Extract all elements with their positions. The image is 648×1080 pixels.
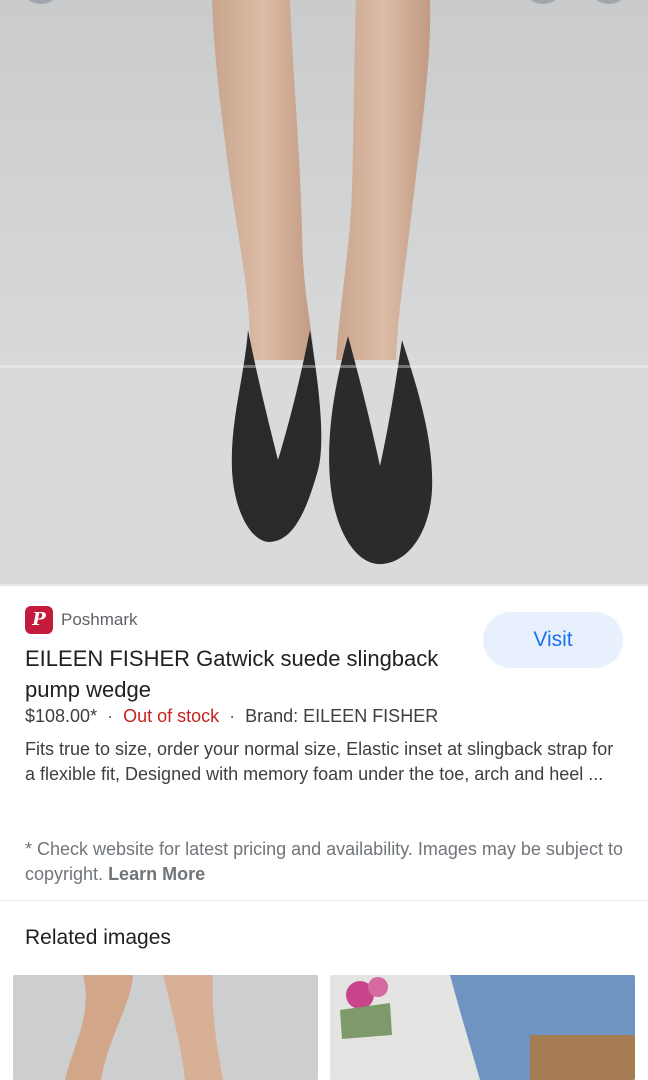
favicon-letter: P [32, 609, 46, 630]
related-image-1[interactable] [13, 975, 318, 1080]
related-image-2-art [330, 975, 635, 1080]
image-bottom-border [0, 584, 648, 586]
poshmark-favicon-icon: P [25, 606, 53, 634]
product-title[interactable]: EILEEN FISHER Gatwick suede slingback pu… [25, 643, 475, 705]
related-image-1-art [13, 975, 318, 1080]
product-image[interactable] [0, 0, 648, 586]
stock-status: Out of stock [123, 706, 220, 726]
learn-more-link[interactable]: Learn More [108, 864, 205, 884]
separator-dot: · [107, 706, 114, 726]
source-row[interactable]: P Poshmark [25, 606, 138, 634]
related-image-2[interactable] [330, 975, 635, 1080]
product-meta: $108.00* · Out of stock · Brand: EILEEN FISH… [25, 706, 438, 727]
product-description: Fits true to size, order your normal siz… [25, 739, 614, 784]
disclaimer: * Check website for latest pricing and a… [25, 837, 625, 887]
source-name[interactable]: Poshmark [61, 610, 138, 630]
visit-button[interactable]: Visit [483, 612, 623, 668]
related-images-heading: Related images [25, 926, 171, 949]
price: $108.00* [25, 706, 98, 726]
shoes-legs-illustration [0, 0, 648, 586]
brand-label: Brand: EILEEN FISHER [245, 706, 439, 726]
floor-line [0, 365, 648, 368]
section-divider [0, 900, 648, 901]
separator-dot: · [229, 706, 236, 726]
